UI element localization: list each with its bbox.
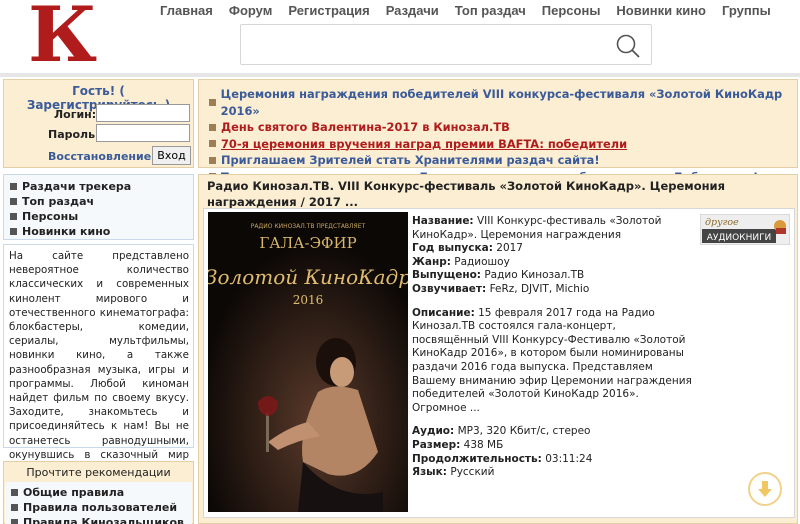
bullet-icon [10,228,17,235]
name-label: Название: [412,215,474,227]
recommendations-title: Прочтите рекомендации [4,464,193,482]
language-label: Язык: [412,466,448,479]
nav-forum[interactable]: Форум [229,2,272,20]
duration-value: 03:11:24 [545,452,593,465]
logo-letter: К [28,0,98,79]
rec-item-user-rules[interactable]: Правила пользователей [11,500,184,515]
news-item[interactable]: День святого Валентина-2017 в Кинозал.ТВ [209,119,797,136]
sidebar-item-label: Персоны [22,210,79,223]
nav-home[interactable]: Главная [160,2,213,20]
sidebar-item-label: Топ раздач [22,195,95,208]
restore-password-link[interactable]: Восстановление! [48,150,156,163]
bullet-icon [10,183,17,190]
login-panel: Гость! ( Зарегистрируйтесь ) Логин: Паро… [3,79,194,168]
recommendations-panel: Прочтите рекомендации Общие правила Прав… [3,461,194,524]
sidebar-item-new-movies[interactable]: Новинки кино [10,224,131,239]
bullet-icon [10,213,17,220]
password-field[interactable] [96,124,190,142]
news-item-label: День святого Валентина-2017 в Кинозал.ТВ [221,120,510,134]
nav-persons[interactable]: Персоны [542,2,601,20]
sidebar-item-tracker[interactable]: Раздачи трекера [10,179,131,194]
nav-new-movies[interactable]: Новинки кино [616,2,706,20]
bullet-icon [209,156,216,164]
release-poster[interactable]: РАДИО КИНОЗАЛ.ТВ ПРЕДСТАВЛЯЕТ ГАЛА-ЭФИР … [208,212,408,512]
rec-item-label: Правила Кинозальщиков [23,516,185,524]
rec-item-label: Общие правила [23,486,125,499]
voiced-value: FeRz, DJVIT, Michio [489,282,590,295]
release-details: Название: VIII Конкурс-фестиваль «Золото… [412,215,694,480]
login-field[interactable] [96,104,190,122]
site-logo[interactable]: К [28,0,98,79]
poster-year-text: 2016 [293,293,324,307]
duration-label: Продолжительность: [412,452,542,465]
news-item[interactable]: Церемония награждения победителей VIII к… [209,86,797,119]
language-value: Русский [450,466,495,479]
recommendations-list: Общие правила Правила пользователей Прав… [5,482,192,524]
released-value: Радио Кинозал.ТВ [484,269,585,282]
poster-gala-text: ГАЛА-ЭФИР [259,234,356,252]
sidebar-menu: Раздачи трекера Топ раздач Персоны Новин… [3,174,194,240]
news-item[interactable]: 70-я церемония вручения наград премии BA… [209,136,797,153]
bullet-icon [209,123,216,131]
about-text: На сайте представлено невероятное количе… [9,250,189,489]
news-item-label: 70-я церемония вручения наград премии BA… [221,136,628,151]
description-label: Описание: [412,306,475,319]
year-label: Год выпуска: [412,242,493,255]
bullet-icon [11,519,18,524]
nav-register[interactable]: Регистрация [288,2,369,20]
genre-value: Радиошоу [454,255,510,268]
category-badge-audiobooks[interactable]: другое АУДИОКНИГИ [700,214,790,245]
voiced-label: Озвучивает: [412,282,487,295]
login-button[interactable]: Вход [152,146,191,165]
news-item-label: Церемония награждения победителей VIII к… [220,87,783,118]
search-input[interactable] [240,24,652,65]
news-item[interactable]: Приглашаем Зрителей стать Хранителями ра… [209,152,797,169]
poster-image: РАДИО КИНОЗАЛ.ТВ ПРЕДСТАВЛЯЕТ ГАЛА-ЭФИР … [208,212,408,512]
header-divider [0,73,800,77]
release-card: Радио Кинозал.ТВ. VIII Конкурс-фестиваль… [198,174,798,524]
rec-item-uploader-rules[interactable]: Правила Кинозальщиков [11,515,184,524]
nav-top-releases[interactable]: Топ раздач [455,2,526,20]
audio-value: MP3, 320 Кбит/с, стерео [457,425,591,438]
badge-bottom-text: АУДИОКНИГИ [707,233,772,243]
search-icon[interactable] [615,33,641,59]
badge-top-text: другое [705,217,739,228]
bullet-icon [209,140,216,148]
sidebar-item-top[interactable]: Топ раздач [10,194,131,209]
about-site-box: На сайте представлено невероятное количе… [3,244,194,489]
audio-label: Аудио: [412,425,455,438]
bullet-icon [209,99,216,106]
sidebar-item-label: Раздачи трекера [22,180,132,193]
rec-item-general-rules[interactable]: Общие правила [11,485,184,500]
news-panel: Церемония награждения победителей VIII к… [198,79,798,184]
rec-item-label: Правила пользователей [23,501,178,514]
download-button[interactable] [748,472,782,506]
poster-small-text: РАДИО КИНОЗАЛ.ТВ ПРЕДСТАВЛЯЕТ [251,223,366,230]
news-item-label: Приглашаем Зрителей стать Хранителями ра… [221,153,600,167]
size-value: 438 МБ [463,438,504,451]
year-value: 2017 [496,242,523,255]
nav-groups[interactable]: Группы [722,2,771,20]
released-label: Выпущено: [412,269,481,282]
poster-name-text: «Золотой КиноКадр» [208,265,408,289]
bullet-icon [11,504,18,511]
nav-releases[interactable]: Раздачи [386,2,439,20]
genre-label: Жанр: [412,255,451,268]
sidebar-item-label: Новинки кино [22,225,111,238]
sidebar-item-persons[interactable]: Персоны [10,209,131,224]
password-label: Пароль: [48,128,100,141]
description-value: 15 февраля 2017 года на Радио Кинозал.ТВ… [412,306,692,414]
bullet-icon [11,489,18,496]
login-label: Логин: [54,108,97,121]
size-label: Размер: [412,438,461,451]
top-navigation: Главная Форум Регистрация Раздачи Топ ра… [160,2,787,20]
download-arrow-icon [758,481,772,497]
bullet-icon [10,198,17,205]
release-title[interactable]: Радио Кинозал.ТВ. VIII Конкурс-фестиваль… [207,179,792,210]
release-body: РАДИО КИНОЗАЛ.ТВ ПРЕДСТАВЛЯЕТ ГАЛА-ЭФИР … [203,208,795,518]
